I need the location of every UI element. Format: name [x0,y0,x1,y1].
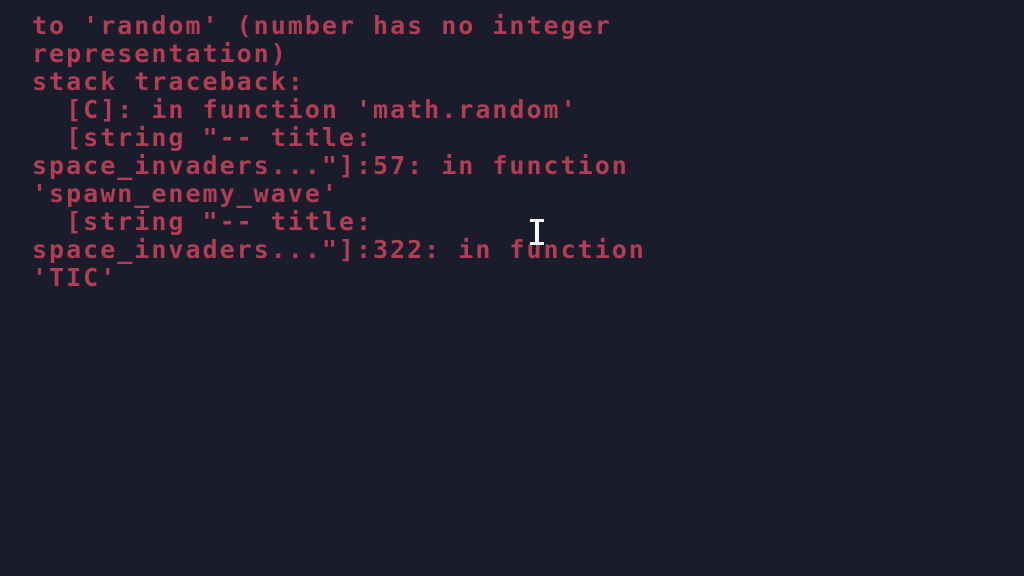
history-line: >run [32,432,1012,461]
error-line: to 'random' (number has no integer [32,12,612,40]
history-command: run [156,487,207,489]
command-input-line[interactable]: > [32,516,1012,545]
history-command: run [156,403,207,405]
history-line: >run [32,320,1012,349]
error-line: space_invaders..."]:322: in function [32,236,646,264]
i-beam-cursor-icon [530,219,544,245]
history-line: >run [32,488,1012,517]
history-line: >run [32,460,1012,489]
console-output: to 'random' (number has no integer repre… [32,12,1012,544]
history-command: run [156,459,207,461]
history-line: >run [32,404,1012,433]
error-line: space_invaders..."]:57: in function [32,152,629,180]
error-line: 'TIC' [32,264,118,292]
tic80-console-screen[interactable]: to 'random' (number has no integer repre… [0,0,1024,576]
error-line: 'spawn_enemy_wave' [32,180,339,208]
history-line: >run [32,292,1012,321]
history-command: run [156,515,207,517]
history-line: >run [32,376,1012,405]
error-line: [string "-- title: [32,124,374,152]
error-line: [string "-- title: [32,208,374,236]
history-command: run [156,347,207,349]
history-line: >run [32,348,1012,377]
error-line: [C]: in function 'math.random' [32,96,578,124]
error-line: stack traceback: [32,68,305,96]
history-command: run [156,319,207,321]
history-command: run [156,375,207,377]
error-line: representation) [32,40,288,68]
history-command: run [156,431,207,433]
